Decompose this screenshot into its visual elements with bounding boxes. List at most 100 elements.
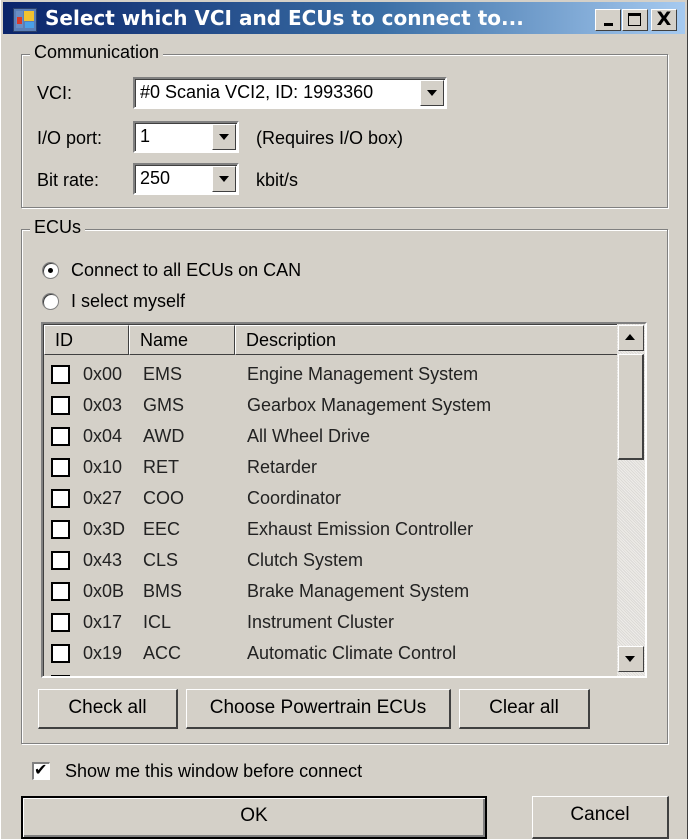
scroll-up-button[interactable] (618, 325, 644, 351)
row-checkbox[interactable] (51, 396, 70, 415)
row-id: 0x19 (83, 643, 123, 663)
ok-button[interactable]: OK (21, 796, 487, 839)
title-bar[interactable]: Select which VCI and ECUs to connect to.… (3, 2, 685, 34)
io-port-note: (Requires I/O box) (256, 128, 404, 148)
bit-rate-unit: kbit/s (256, 170, 299, 190)
row-id: 0x27 (83, 488, 123, 508)
chevron-down-icon (427, 90, 437, 96)
minimize-icon (604, 23, 613, 26)
arrow-up-icon (625, 334, 635, 340)
cancel-button[interactable]: Cancel (532, 796, 669, 839)
vertical-scrollbar[interactable] (617, 324, 645, 676)
bit-rate-dropdown-arrow[interactable] (212, 166, 236, 192)
vci-dropdown[interactable]: #0 Scania VCI2, ID: 1993360 (133, 77, 447, 109)
io-port-dropdown[interactable]: 1 (133, 121, 239, 153)
row-description: Automatic Climate Control (247, 643, 457, 663)
vci-label: VCI: (37, 83, 73, 103)
chevron-down-icon (219, 176, 229, 182)
close-icon: X (656, 8, 672, 30)
row-description: Gearbox Management System (247, 395, 492, 415)
checkmark-icon: ✔ (34, 760, 48, 779)
row-name: BMS (143, 581, 183, 601)
row-checkbox[interactable] (51, 489, 70, 508)
scroll-thumb[interactable] (618, 354, 644, 460)
table-row-partial (51, 671, 611, 676)
app-icon (13, 8, 37, 32)
row-id: 0x17 (83, 612, 123, 632)
table-row[interactable]: 0x0B BMS Brake Management System (51, 578, 611, 609)
row-description: Instrument Cluster (247, 612, 395, 632)
choose-powertrain-button[interactable]: Choose Powertrain ECUs (186, 689, 451, 729)
row-id: 0x43 (83, 550, 123, 570)
table-row[interactable]: 0x17 ICL Instrument Cluster (51, 609, 611, 640)
row-name: EEC (143, 519, 181, 539)
maximize-button[interactable] (622, 9, 648, 31)
row-description: Coordinator (247, 488, 342, 508)
row-name: COO (143, 488, 185, 508)
clear-all-button[interactable]: Clear all (459, 689, 590, 729)
row-id: 0x03 (83, 395, 123, 415)
row-description: Brake Management System (247, 581, 470, 601)
row-checkbox[interactable] (51, 458, 70, 477)
window-title: Select which VCI and ECUs to connect to.… (45, 6, 524, 30)
row-id: 0x04 (83, 426, 123, 446)
row-description: All Wheel Drive (247, 426, 371, 446)
radio-selected-dot (48, 268, 53, 273)
row-id: 0x0B (83, 581, 125, 601)
ecu-list-header: ID Name Description (44, 325, 618, 355)
radio-connect-all-label[interactable]: Connect to all ECUs on CAN (71, 260, 301, 281)
row-checkbox[interactable] (51, 427, 70, 446)
check-all-button[interactable]: Check all (38, 689, 178, 729)
io-port-label: I/O port: (37, 128, 103, 148)
radio-select-myself-label[interactable]: I select myself (71, 291, 185, 312)
row-checkbox[interactable] (51, 613, 70, 632)
row-id: 0x3D (83, 519, 126, 539)
column-header-id[interactable]: ID (44, 325, 129, 355)
ecu-list[interactable]: ID Name Description 0x00 EMS Engine Mana… (41, 322, 647, 678)
table-row[interactable]: 0x03 GMS Gearbox Management System (51, 392, 611, 423)
table-row[interactable]: 0x43 CLS Clutch System (51, 547, 611, 578)
chevron-down-icon (219, 134, 229, 140)
row-checkbox[interactable] (51, 582, 70, 601)
table-row[interactable]: 0x04 AWD All Wheel Drive (51, 423, 611, 454)
row-name: GMS (143, 395, 185, 415)
vci-dropdown-arrow[interactable] (420, 80, 444, 106)
row-name: RET (143, 457, 179, 477)
column-header-description[interactable]: Description (235, 325, 618, 355)
row-checkbox (51, 675, 70, 676)
column-header-name[interactable]: Name (129, 325, 235, 355)
table-row[interactable]: 0x19 ACC Automatic Climate Control (51, 640, 611, 671)
table-row[interactable]: 0x27 COO Coordinator (51, 485, 611, 516)
io-port-value: 1 (140, 126, 151, 146)
row-id: 0x10 (83, 457, 123, 477)
row-checkbox[interactable] (51, 644, 70, 663)
radio-connect-all[interactable] (42, 262, 59, 279)
row-id: 0x00 (83, 364, 123, 384)
row-description: Exhaust Emission Controller (247, 519, 474, 539)
row-name: EMS (143, 364, 183, 384)
row-checkbox[interactable] (51, 520, 70, 539)
ecus-legend: ECUs (30, 217, 86, 238)
row-checkbox[interactable] (51, 365, 70, 384)
table-row[interactable]: 0x3D EEC Exhaust Emission Controller (51, 516, 611, 547)
row-name: ACC (143, 643, 182, 663)
row-description: Clutch System (247, 550, 364, 570)
table-row[interactable]: 0x00 EMS Engine Management System (51, 361, 611, 392)
row-description: Engine Management System (247, 364, 479, 384)
show-window-checkbox[interactable]: ✔ (32, 760, 50, 780)
row-name: AWD (143, 426, 185, 446)
arrow-down-icon (625, 656, 635, 662)
show-window-label[interactable]: Show me this window before connect (65, 761, 362, 782)
maximize-icon (628, 13, 641, 26)
close-button[interactable]: X (651, 8, 677, 31)
row-description: Retarder (247, 457, 318, 477)
row-name: ICL (143, 612, 172, 632)
radio-select-myself[interactable] (42, 293, 59, 310)
minimize-button[interactable] (595, 9, 621, 31)
table-row[interactable]: 0x10 RET Retarder (51, 454, 611, 485)
scroll-down-button[interactable] (618, 646, 644, 672)
row-checkbox[interactable] (51, 551, 70, 570)
io-port-dropdown-arrow[interactable] (212, 124, 236, 150)
bit-rate-dropdown[interactable]: 250 (133, 163, 239, 195)
bit-rate-label: Bit rate: (37, 170, 100, 190)
